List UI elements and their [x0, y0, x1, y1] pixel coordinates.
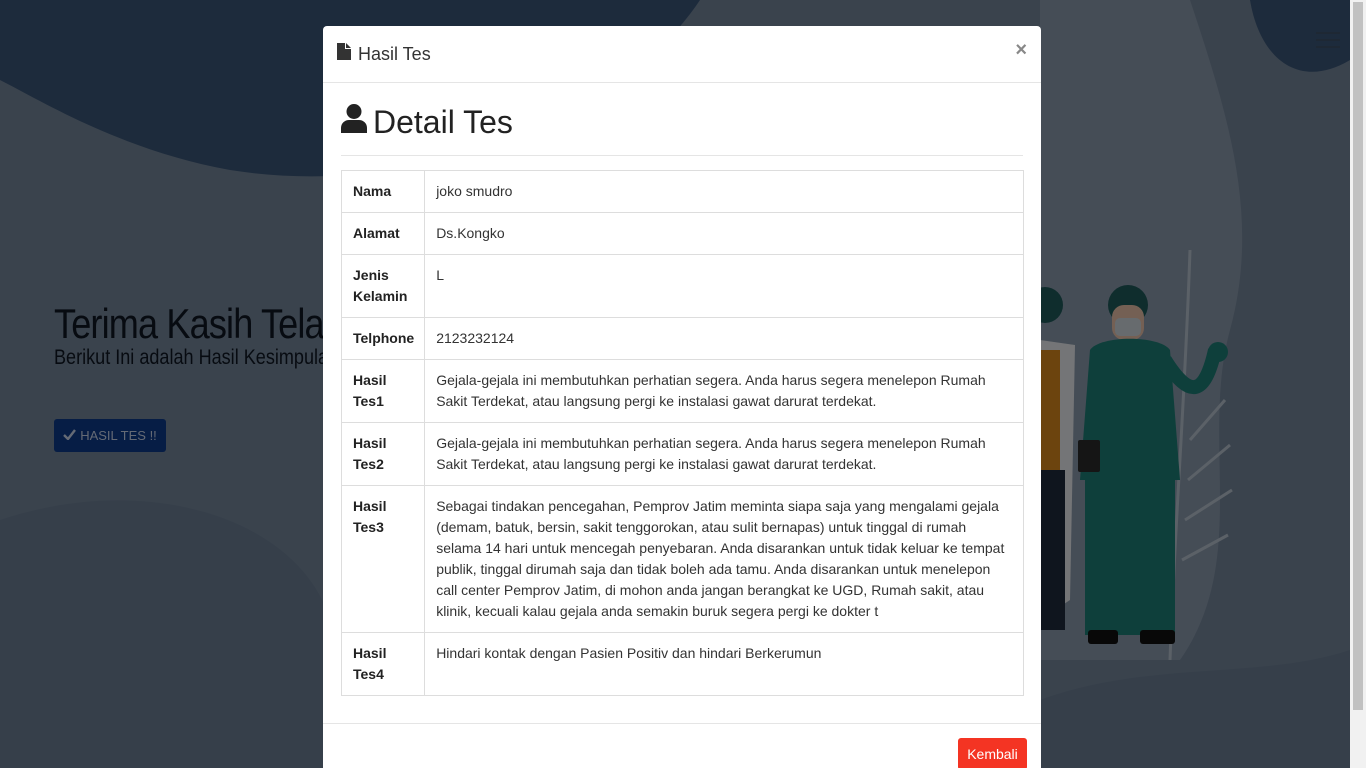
row-value: Sebagai tindakan pencegahan, Pemprov Jat…: [424, 485, 1024, 633]
table-row: Nama joko smudro: [340, 170, 1024, 213]
table-row: Telphone 2123232124: [340, 317, 1024, 360]
table-row: Hasil Tes1 Gejala-gejala ini membutuhkan…: [340, 359, 1024, 423]
file-icon: [337, 43, 351, 65]
detail-heading-text: Detail Tes: [373, 103, 513, 140]
row-label: Telphone: [340, 317, 426, 360]
row-value: Gejala-gejala ini membutuhkan perhatian …: [424, 422, 1024, 486]
row-value: joko smudro: [424, 170, 1024, 213]
row-value: L: [424, 254, 1024, 318]
table-row: Hasil Tes4 Hindari kontak dengan Pasien …: [340, 632, 1024, 696]
row-label: Alamat: [340, 212, 426, 255]
table-row: Hasil Tes3 Sebagai tindakan pencegahan, …: [340, 485, 1024, 633]
row-label: Hasil Tes3: [340, 485, 426, 633]
row-value: 2123232124: [424, 317, 1024, 360]
modal-title-text: Hasil Tes: [358, 43, 431, 64]
row-label: Jenis Kelamin: [340, 254, 426, 318]
row-label: Nama: [340, 170, 426, 213]
row-label: Hasil Tes2: [340, 422, 426, 486]
row-label: Hasil Tes4: [340, 632, 426, 696]
row-value: Gejala-gejala ini membutuhkan perhatian …: [424, 359, 1024, 423]
row-value: Hindari kontak dengan Pasien Positiv dan…: [424, 632, 1024, 696]
scrollbar[interactable]: [1350, 0, 1366, 768]
row-label: Hasil Tes1: [340, 359, 426, 423]
hasil-tes-modal: Hasil Tes × Detail Tes Nama joko smudro …: [323, 26, 1041, 768]
table-row: Jenis Kelamin L: [340, 254, 1024, 318]
modal-title: Hasil Tes: [337, 43, 431, 65]
table-row: Alamat Ds.Kongko: [340, 212, 1024, 255]
kembali-button[interactable]: Kembali: [958, 738, 1027, 768]
detail-heading: Detail Tes: [341, 101, 1023, 156]
table-row: Hasil Tes2 Gejala-gejala ini membutuhkan…: [340, 422, 1024, 486]
detail-table: Nama joko smudro Alamat Ds.Kongko Jenis …: [340, 170, 1024, 696]
close-icon[interactable]: ×: [1015, 40, 1027, 60]
modal-footer: Kembali: [323, 723, 1041, 768]
modal-body: Detail Tes Nama joko smudro Alamat Ds.Ko…: [323, 83, 1041, 696]
scrollbar-thumb[interactable]: [1353, 2, 1363, 710]
user-icon: [341, 103, 367, 141]
row-value: Ds.Kongko: [424, 212, 1024, 255]
modal-header: Hasil Tes ×: [323, 26, 1041, 83]
